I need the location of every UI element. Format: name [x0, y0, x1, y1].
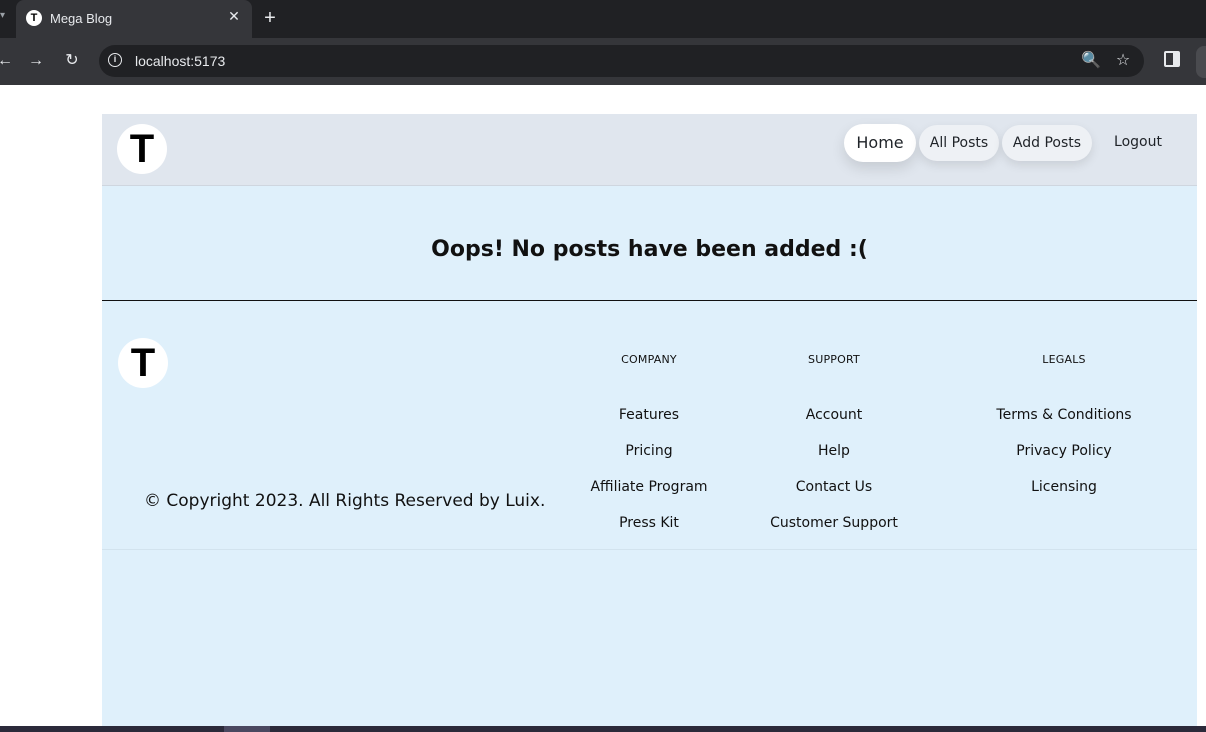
- footer-link-press-kit[interactable]: Press Kit: [569, 514, 729, 550]
- footer-link-pricing[interactable]: Pricing: [569, 442, 729, 478]
- posts-section: Oops! No posts have been added :(: [102, 186, 1197, 300]
- main-nav: Home All Posts Add Posts Logout: [102, 124, 1197, 164]
- site-footer: T © Copyright 2023. All Rights Reserved …: [102, 300, 1197, 550]
- tab-title: Mega Blog: [50, 11, 113, 26]
- footer-link-account[interactable]: Account: [754, 406, 914, 442]
- copyright-text: © Copyright 2023. All Rights Reserved by…: [144, 491, 546, 511]
- footer-link-customer-support[interactable]: Customer Support: [754, 514, 914, 550]
- empty-posts-message: Oops! No posts have been added :(: [431, 237, 868, 262]
- footer-link-contact-us[interactable]: Contact Us: [754, 478, 914, 514]
- back-arrow-icon[interactable]: ←: [0, 50, 16, 72]
- footer-column-company: COMPANY Features Pricing Affiliate Progr…: [569, 353, 729, 550]
- browser-toolbar: ← → ↻ i localhost:5173 🔍 ☆: [0, 38, 1206, 85]
- new-tab-button[interactable]: +: [258, 6, 282, 30]
- tab-close-icon[interactable]: ✕: [226, 8, 242, 28]
- footer-link-terms[interactable]: Terms & Conditions: [974, 406, 1154, 442]
- os-taskbar: [0, 726, 1206, 732]
- footer-link-features[interactable]: Features: [569, 406, 729, 442]
- footer-link-licensing[interactable]: Licensing: [974, 478, 1154, 514]
- browser-tab-bar: ▾ T Mega Blog ✕ +: [0, 0, 1206, 38]
- bookmark-star-icon[interactable]: ☆: [1113, 51, 1133, 71]
- page-viewport: T Home All Posts Add Posts Logout Oops! …: [0, 85, 1206, 726]
- taskbar-active-item[interactable]: [224, 726, 270, 732]
- tab-list-chevron-icon[interactable]: ▾: [0, 10, 8, 28]
- footer-column-legals: LEGALS Terms & Conditions Privacy Policy…: [974, 353, 1154, 514]
- app-container: T Home All Posts Add Posts Logout Oops! …: [102, 114, 1197, 726]
- profile-button[interactable]: [1196, 46, 1206, 78]
- tab-favicon-icon: T: [26, 10, 42, 26]
- reload-icon[interactable]: ↻: [61, 50, 83, 72]
- side-panel-icon[interactable]: [1164, 51, 1180, 67]
- footer-link-privacy-policy[interactable]: Privacy Policy: [974, 442, 1154, 478]
- nav-logout[interactable]: Logout: [1102, 123, 1174, 161]
- footer-heading: LEGALS: [1042, 353, 1086, 366]
- nav-home[interactable]: Home: [844, 124, 916, 162]
- footer-heading: SUPPORT: [808, 353, 860, 366]
- footer-link-help[interactable]: Help: [754, 442, 914, 478]
- nav-all-posts[interactable]: All Posts: [919, 125, 999, 161]
- footer-column-support: SUPPORT Account Help Contact Us Customer…: [754, 353, 914, 550]
- address-bar[interactable]: i localhost:5173 🔍 ☆: [99, 45, 1144, 77]
- forward-arrow-icon[interactable]: →: [25, 50, 47, 72]
- footer-logo[interactable]: T: [118, 338, 168, 388]
- nav-add-posts[interactable]: Add Posts: [1002, 125, 1092, 161]
- footer-link-affiliate-program[interactable]: Affiliate Program: [569, 478, 729, 514]
- site-info-icon[interactable]: i: [108, 53, 122, 67]
- url-text[interactable]: localhost:5173: [135, 53, 225, 69]
- footer-heading: COMPANY: [621, 353, 677, 366]
- site-header: T Home All Posts Add Posts Logout: [102, 114, 1197, 186]
- browser-tab[interactable]: T Mega Blog ✕: [16, 0, 252, 38]
- zoom-icon[interactable]: 🔍: [1081, 51, 1101, 71]
